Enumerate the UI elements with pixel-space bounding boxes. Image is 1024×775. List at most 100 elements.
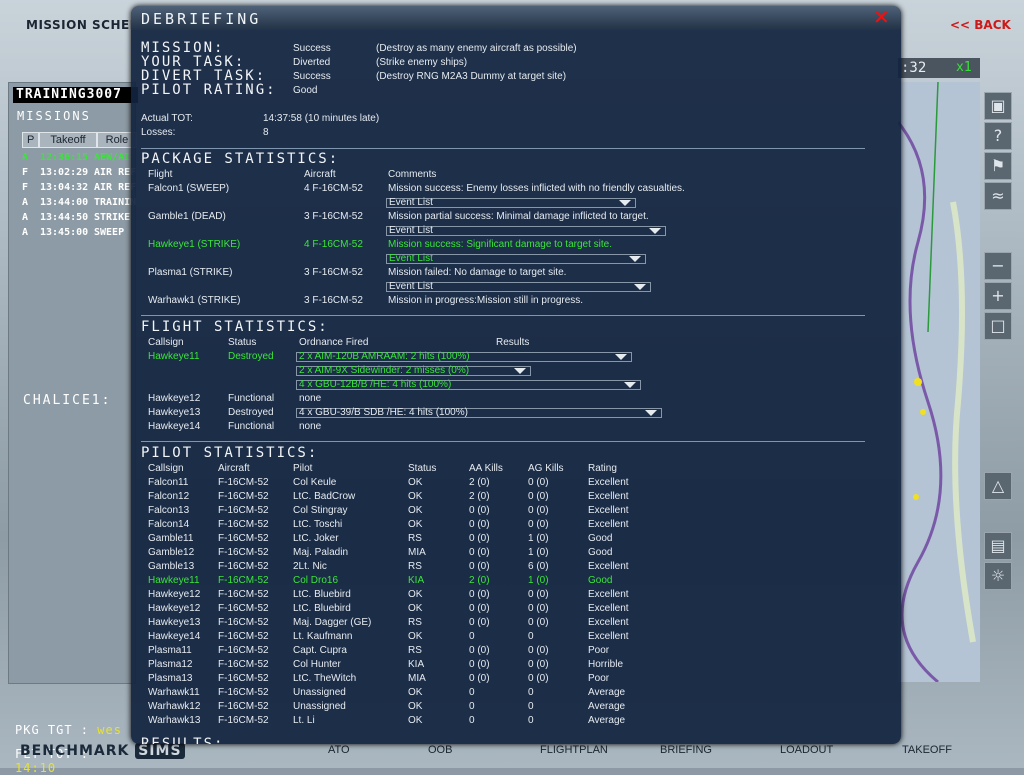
list-item[interactable]: A 12:36:15 AEW/AI [22, 152, 130, 163]
pkg-aircraft: 4 F-16CM-52 [304, 239, 363, 250]
pilot-cell: 0 (0) [528, 673, 549, 684]
ordnance-dropdown[interactable]: 4 x GBU-12B/B /HE: 4 hits (100%) [296, 379, 641, 390]
chevron-down-icon [649, 228, 661, 234]
nav-oob[interactable]: OOB [428, 744, 452, 756]
pilot-cell: 0 (0) [528, 505, 549, 516]
event-list-dropdown[interactable]: Event List [386, 197, 636, 208]
pilot-cell: LtC. BadCrow [293, 491, 356, 502]
ordnance-value: 4 x GBU-39/B SDB /HE: 4 hits (100%) [299, 407, 468, 418]
pkg-aircraft: 4 F-16CM-52 [304, 183, 363, 194]
list-item[interactable]: A 13:45:00 SWEEP [22, 227, 124, 238]
pilot-cell: 0 (0) [528, 477, 549, 488]
pilot-cell: Excellent [588, 505, 629, 516]
pilot-cell: MIA [408, 673, 426, 684]
fit-icon[interactable]: □ [984, 312, 1012, 340]
weather-icon[interactable]: ≈ [984, 182, 1012, 210]
divider [141, 441, 865, 442]
nav-flightplan[interactable]: FLIGHTPLAN [540, 744, 608, 756]
pilot-cell: Poor [588, 673, 610, 684]
pilot-cell: Warhawk11 [148, 687, 200, 698]
weather-icon[interactable]: ☼ [984, 562, 1012, 590]
map-view[interactable] [898, 82, 980, 682]
pilot-cell: F-16CM-52 [218, 603, 269, 614]
pilot-cell: 0 (0) [469, 617, 490, 628]
mission-priority: A [22, 152, 29, 163]
pilot-cell: 2 (0) [469, 575, 490, 586]
nav-ato[interactable]: ATO [328, 744, 350, 756]
pilot-cell: Excellent [588, 617, 629, 628]
mission-role: AEW/AI [94, 152, 131, 163]
altitude-icon[interactable]: △ [984, 472, 1012, 500]
zoom-in-icon[interactable]: + [984, 282, 1012, 310]
tot-value: 14:37:58 (10 minutes late) [263, 113, 380, 124]
pilot-cell: RS [408, 533, 422, 544]
pilot-header-2: Pilot [293, 463, 313, 474]
logo-main: BENCHMARK [20, 743, 130, 759]
zoom-level[interactable]: x1 [956, 60, 972, 75]
pilot-cell: Plasma13 [148, 673, 193, 684]
debriefing-window: DEBRIEFING ✕ MISSION: Success (Destroy a… [131, 6, 901, 744]
pkg-comment: Mission failed: No damage to target site… [388, 267, 567, 278]
list-item[interactable]: A 13:44:00 TRAININ [22, 197, 136, 208]
package-stats-title: PACKAGE STATISTICS: [141, 151, 340, 167]
col-p[interactable]: P [22, 132, 40, 148]
nav-takeoff[interactable]: TAKEOFF [902, 744, 952, 756]
flt-status: Functional [228, 393, 275, 404]
pilot-cell: Excellent [588, 561, 629, 572]
flag-icon[interactable]: ⚑ [984, 152, 1012, 180]
list-item[interactable]: F 13:04:32 AIR REF [22, 182, 136, 193]
pilot-cell: Col Dro16 [293, 575, 339, 586]
ordnance-value: 2 x AIM-120B AMRAAM: 2 hits (100%) [299, 351, 470, 362]
nav-briefing[interactable]: BRIEFING [660, 744, 712, 756]
ordnance-dropdown[interactable]: 2 x AIM-120B AMRAAM: 2 hits (100%) [296, 351, 632, 362]
pilot-cell: MIA [408, 547, 426, 558]
zoom-out-icon[interactable]: − [984, 252, 1012, 280]
mission-takeoff: 13:44:50 [40, 212, 89, 223]
fit-icon[interactable]: ▣ [984, 92, 1012, 120]
pilot-cell: Falcon14 [148, 519, 190, 530]
pilot-cell: 0 (0) [528, 603, 549, 614]
col-takeoff[interactable]: Takeoff [39, 132, 97, 148]
ordnance-dropdown[interactable]: 4 x GBU-39/B SDB /HE: 4 hits (100%) [296, 407, 662, 418]
pilot-cell: Average [588, 701, 626, 712]
ordnance-value: none [299, 393, 322, 404]
event-list-label: Event List [389, 197, 433, 208]
pilot-cell: Gamble13 [148, 561, 195, 572]
debriefing-titlebar[interactable]: DEBRIEFING ✕ [131, 6, 901, 30]
divert-desc: (Destroy RNG M2A3 Dummy at target site) [376, 71, 567, 82]
pilot-cell: Average [588, 687, 626, 698]
close-icon[interactable]: ✕ [873, 7, 890, 27]
mission-role: AIR REF [94, 167, 137, 178]
list-item[interactable]: F 13:02:29 AIR REF [22, 167, 136, 178]
pilot-cell: Excellent [588, 603, 629, 614]
ordnance-dropdown[interactable]: 2 x AIM-9X Sidewinder: 2 misses (0%) [296, 365, 531, 376]
event-list-dropdown[interactable]: Event List [386, 253, 646, 264]
pkg-aircraft: 3 F-16CM-52 [304, 267, 363, 278]
pkg-flight: Hawkeye1 (STRIKE) [148, 239, 241, 250]
pilot-cell: Hawkeye11 [148, 575, 200, 586]
map-graphic [898, 82, 976, 682]
back-button[interactable]: << BACK [950, 18, 1011, 32]
event-list-dropdown[interactable]: Event List [386, 225, 666, 236]
pilot-cell: 1 (0) [528, 575, 549, 586]
list-item[interactable]: A 13:44:50 STRIKE [22, 212, 130, 223]
pilot-cell: 0 (0) [469, 659, 490, 670]
divider [141, 315, 865, 316]
layers-icon[interactable]: ▤ [984, 532, 1012, 560]
pilot-cell: 2 (0) [469, 491, 490, 502]
pilot-cell: OK [408, 589, 423, 600]
pilot-cell: 0 [528, 687, 534, 698]
pilot-cell: 0 (0) [469, 547, 490, 558]
event-list-dropdown[interactable]: Event List [386, 281, 651, 292]
question-icon[interactable]: ? [984, 122, 1012, 150]
pilot-cell: F-16CM-52 [218, 715, 269, 726]
pilot-cell: F-16CM-52 [218, 631, 269, 642]
pilot-cell: OK [408, 519, 423, 530]
nav-loadout[interactable]: LOADOUT [780, 744, 833, 756]
pilot-cell: Excellent [588, 477, 629, 488]
flt-status: Functional [228, 421, 275, 432]
rating-label: PILOT RATING: [141, 82, 277, 98]
mission-role: TRAININ [94, 197, 137, 208]
pilot-cell: 6 (0) [528, 561, 549, 572]
pilot-cell: Hawkeye14 [148, 631, 201, 642]
